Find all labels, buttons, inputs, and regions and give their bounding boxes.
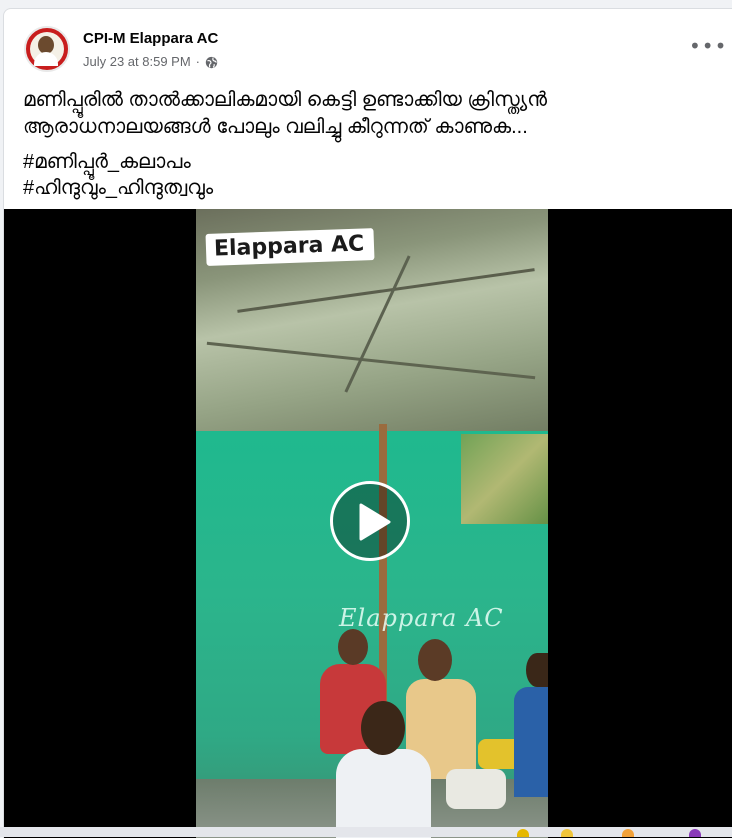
more-options-icon[interactable]: •••: [689, 36, 726, 57]
reaction-icon[interactable]: [622, 829, 634, 837]
post-card: CPI-M Elappara AC July 23 at 8:59 PM · •…: [3, 8, 732, 838]
reaction-icon[interactable]: [689, 829, 701, 837]
post-text: മണിപ്പൂരിൽ താൽക്കാലികമായി കെട്ടി ഉണ്ടാക്…: [23, 87, 723, 141]
video-player[interactable]: Elappara AC Elappara AC: [4, 209, 732, 838]
video-watermark-center: Elappara AC: [339, 604, 504, 632]
hashtag-link[interactable]: #മണിപ്പൂർ_കലാപം: [23, 149, 213, 175]
post-text-line-2: ആരാധനാലയങ്ങൾ പോലും വലിച്ചു കീറുന്നത് കാണ…: [23, 116, 528, 138]
reaction-icon[interactable]: [517, 829, 529, 837]
video-watermark-top: Elappara AC: [205, 228, 375, 266]
post-meta: July 23 at 8:59 PM ·: [83, 53, 218, 71]
hashtags: #മണിപ്പൂർ_കലാപം #ഹിന്ദുവും_ഹിന്ദുത്വവും: [23, 149, 213, 201]
video-frame[interactable]: Elappara AC Elappara AC: [196, 209, 548, 838]
play-icon: [359, 503, 391, 541]
meta-separator: ·: [195, 54, 201, 69]
play-button[interactable]: [330, 481, 410, 561]
page-avatar[interactable]: [24, 26, 70, 72]
post-text-line-1: മണിപ്പൂരിൽ താൽക്കാലികമായി കെട്ടി ഉണ്ടാക്…: [23, 89, 548, 111]
post-timestamp[interactable]: July 23 at 8:59 PM: [83, 53, 191, 71]
reaction-icon[interactable]: [561, 829, 573, 837]
page-name-link[interactable]: CPI-M Elappara AC: [83, 29, 218, 49]
hashtag-link[interactable]: #ഹിന്ദുവും_ഹിന്ദുത്വവും: [23, 175, 213, 201]
globe-icon[interactable]: [205, 56, 218, 69]
post-header: CPI-M Elappara AC July 23 at 8:59 PM · •…: [4, 9, 732, 89]
